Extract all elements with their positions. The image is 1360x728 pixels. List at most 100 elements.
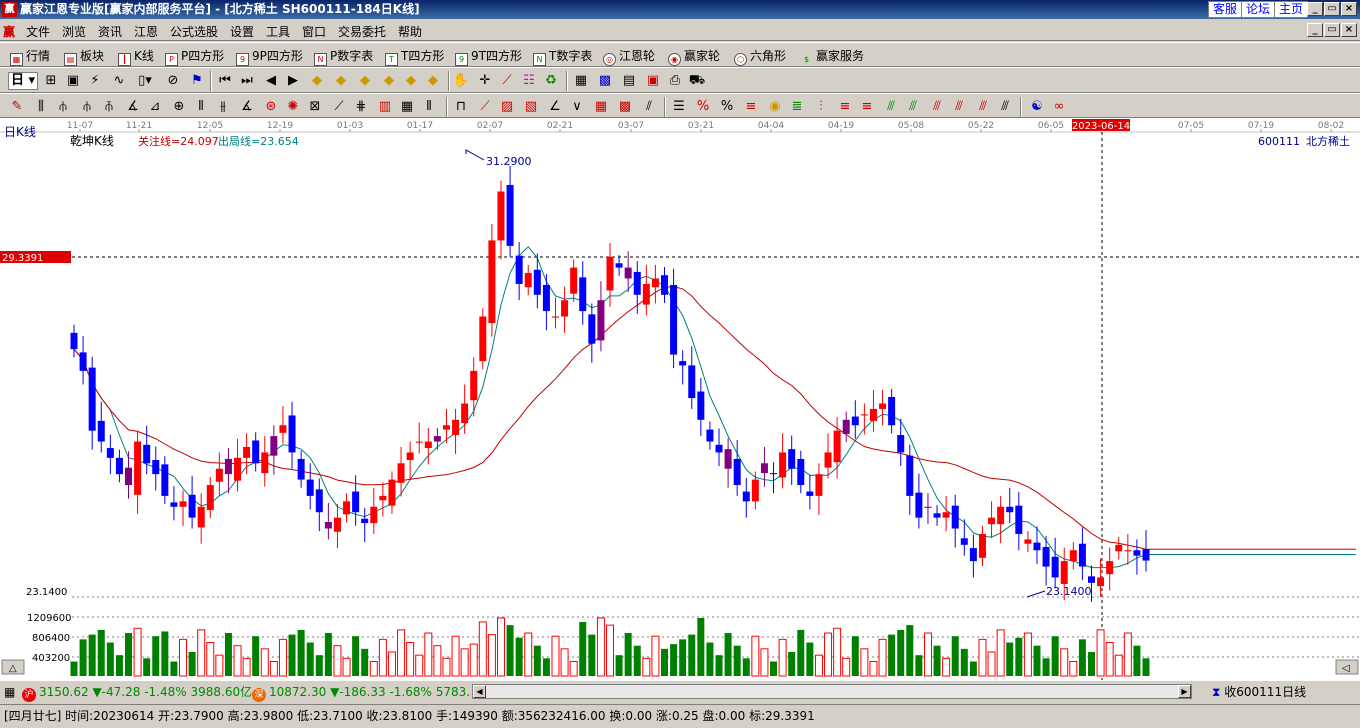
levels11-icon[interactable]: ⫻ xyxy=(996,98,1014,116)
toolbar-p-number-table-button[interactable]: N P数字表 xyxy=(314,47,373,66)
menu-file[interactable]: 文件 xyxy=(26,23,50,40)
hand-icon[interactable]: ✋ xyxy=(452,72,470,90)
cancel-icon[interactable]: ⊘ xyxy=(164,72,182,90)
toolbar-p-square-button[interactable]: P P四方形 xyxy=(165,47,224,66)
homepage-link[interactable]: 主页 xyxy=(1274,1,1309,18)
toolbar-sectors-button[interactable]: ▤ 板块 xyxy=(64,47,104,66)
calendar-icon[interactable]: ▦ xyxy=(572,72,590,90)
fan-icon[interactable]: ∡ xyxy=(238,98,256,116)
period-select[interactable]: 日 ▾ xyxy=(8,72,38,90)
levels8-icon[interactable]: ⫻ xyxy=(928,98,946,116)
forum-link[interactable]: 论坛 xyxy=(1241,1,1276,18)
cut-icon[interactable]: ⊓ xyxy=(452,98,470,116)
fork-icon[interactable]: ⫛ xyxy=(54,98,72,116)
tally-icon[interactable]: ⫴ xyxy=(420,98,438,116)
levels-icon[interactable]: ≡ xyxy=(742,98,760,116)
levels4-icon[interactable]: ≡ xyxy=(836,98,854,116)
pen-icon[interactable]: ✎ xyxy=(8,98,26,116)
truck-icon[interactable]: ⛟ xyxy=(688,72,706,90)
expand-icon[interactable]: ◆ xyxy=(402,72,420,90)
toolbar-9p-square-button[interactable]: 9 9P四方形 xyxy=(236,47,303,66)
minimize-button[interactable]: _ xyxy=(1307,2,1323,16)
infinity-icon[interactable]: ∞ xyxy=(1050,98,1068,116)
levels6-icon[interactable]: ⫻ xyxy=(882,98,900,116)
toolbar-winner-wheel-button[interactable]: ◉ 赢家轮 xyxy=(668,47,720,66)
first-bar-icon[interactable]: ⏮ xyxy=(216,72,234,90)
crosshair-icon[interactable]: ✛ xyxy=(476,72,494,90)
sh-index-group[interactable]: 沪 3150.62 ▼-47.28 -1.48% 3988.60亿 xyxy=(22,684,252,702)
star-icon[interactable]: ✺ xyxy=(284,98,302,116)
shift-right-icon[interactable]: ◆ xyxy=(380,72,398,90)
steps-icon[interactable]: ⫵ xyxy=(214,98,232,116)
menu-gann[interactable]: 江恩 xyxy=(134,23,158,40)
levels9-icon[interactable]: ⫻ xyxy=(950,98,968,116)
shift-left-icon[interactable]: ◆ xyxy=(356,72,374,90)
table-icon[interactable]: ▤ xyxy=(620,72,638,90)
fork2-icon[interactable]: ⫛ xyxy=(78,98,96,116)
menu-settings[interactable]: 设置 xyxy=(230,23,254,40)
toolbar-winner-service-button[interactable]: $ 赢家服务 xyxy=(800,47,864,65)
toolbar-hexagon-button[interactable]: ⬡ 六角形 xyxy=(734,47,786,66)
levels2-icon[interactable]: ≣ xyxy=(788,98,806,116)
save-icon[interactable]: ▣ xyxy=(644,72,662,90)
percent-icon[interactable]: % xyxy=(718,98,736,116)
box-icon[interactable]: ▥ xyxy=(376,98,394,116)
status-grid-icon[interactable]: ▦ xyxy=(4,684,15,700)
prev-bar-icon[interactable]: ◀ xyxy=(262,72,280,90)
list-icon[interactable]: ☰ xyxy=(670,98,688,116)
menu-formula-select[interactable]: 公式选股 xyxy=(170,23,218,40)
toolbar-9t-square-button[interactable]: 9 9T四方形 xyxy=(455,47,522,66)
kline-chart-area[interactable]: 11-07 11-21 12-05 12-19 01-03 01-17 02-07 02-21… xyxy=(0,118,1360,680)
parallel-icon[interactable]: ⫽ xyxy=(640,98,658,116)
grid-fan-icon[interactable]: ▨ xyxy=(498,98,516,116)
customer-service-link[interactable]: 客服 xyxy=(1208,1,1243,18)
restore-button[interactable]: ▭ xyxy=(1324,2,1340,16)
slope-icon[interactable]: ⟋ xyxy=(330,98,348,116)
pattern-icon[interactable]: ☷ xyxy=(520,72,538,90)
toolbar-t-number-table-button[interactable]: N T数字表 xyxy=(533,47,592,66)
levels3-icon[interactable]: ⫶ xyxy=(812,98,830,116)
candle-type-icon[interactable]: ▯▾ xyxy=(136,72,154,90)
shrink-icon[interactable]: ◆ xyxy=(424,72,442,90)
scroll-right-arrow[interactable]: ▶ xyxy=(1178,685,1191,698)
angle-fan-icon[interactable]: ∠ xyxy=(546,98,564,116)
mesh-icon[interactable]: ▦ xyxy=(592,98,610,116)
toolbar-gann-wheel-button[interactable]: ◎ 江恩轮 xyxy=(603,47,655,66)
child-close-button[interactable]: × xyxy=(1341,23,1357,37)
box2-icon[interactable]: ▦ xyxy=(398,98,416,116)
levels10-icon[interactable]: ⫻ xyxy=(974,98,992,116)
rays-icon[interactable]: ⟋ xyxy=(476,98,494,116)
last-bar-icon[interactable]: ⏭ xyxy=(238,72,256,90)
levels5-icon[interactable]: ≡ xyxy=(858,98,876,116)
target-icon[interactable]: ⊛ xyxy=(262,98,280,116)
menu-news[interactable]: 资讯 xyxy=(98,23,122,40)
child-restore-button[interactable]: ▭ xyxy=(1324,23,1340,37)
toolbar-quotes-button[interactable]: ▦ 行情 xyxy=(10,47,50,66)
info-icon[interactable]: ▣ xyxy=(64,72,82,90)
angle-icon[interactable]: ∡ xyxy=(124,98,142,116)
coin-icon[interactable]: ◉ xyxy=(766,98,784,116)
child-minimize-button[interactable]: _ xyxy=(1307,23,1323,37)
cross-pattern-icon[interactable]: ⊠ xyxy=(306,98,324,116)
v-shape-icon[interactable]: ∨ xyxy=(568,98,586,116)
menu-window[interactable]: 窗口 xyxy=(302,23,326,40)
zoom-in-icon[interactable]: ◆ xyxy=(308,72,326,90)
menu-help[interactable]: 帮助 xyxy=(398,23,422,40)
zoom-out-icon[interactable]: ◆ xyxy=(332,72,350,90)
recycle-icon[interactable]: ♻ xyxy=(542,72,560,90)
menu-trade[interactable]: 交易委托 xyxy=(338,23,386,40)
channel-icon[interactable]: ⫚ xyxy=(100,98,118,116)
horizontal-scrollbar[interactable]: ◀ ▶ xyxy=(472,684,1192,699)
kline-chart[interactable]: 11-07 11-21 12-05 12-19 01-03 01-17 02-07 02-21… xyxy=(0,118,1360,680)
calculator-icon[interactable]: ▩ xyxy=(596,72,614,90)
chart-type-icon[interactable]: ⊞ xyxy=(42,72,60,90)
mesh2-icon[interactable]: ▩ xyxy=(616,98,634,116)
scroll-left-arrow[interactable]: ◀ xyxy=(473,685,486,698)
menu-tools[interactable]: 工具 xyxy=(266,23,290,40)
next-bar-icon[interactable]: ▶ xyxy=(284,72,302,90)
line-draw-icon[interactable]: ⟋ xyxy=(498,72,516,90)
flag-icon[interactable]: ⚑ xyxy=(188,72,206,90)
toolbar-kline-button[interactable]: ┃ K线 xyxy=(118,47,154,66)
ruler-icon[interactable]: ⊿ xyxy=(146,98,164,116)
sz-index-group[interactable]: 深 10872.30 ▼-186.33 -1.68% 5783. xyxy=(252,684,470,702)
